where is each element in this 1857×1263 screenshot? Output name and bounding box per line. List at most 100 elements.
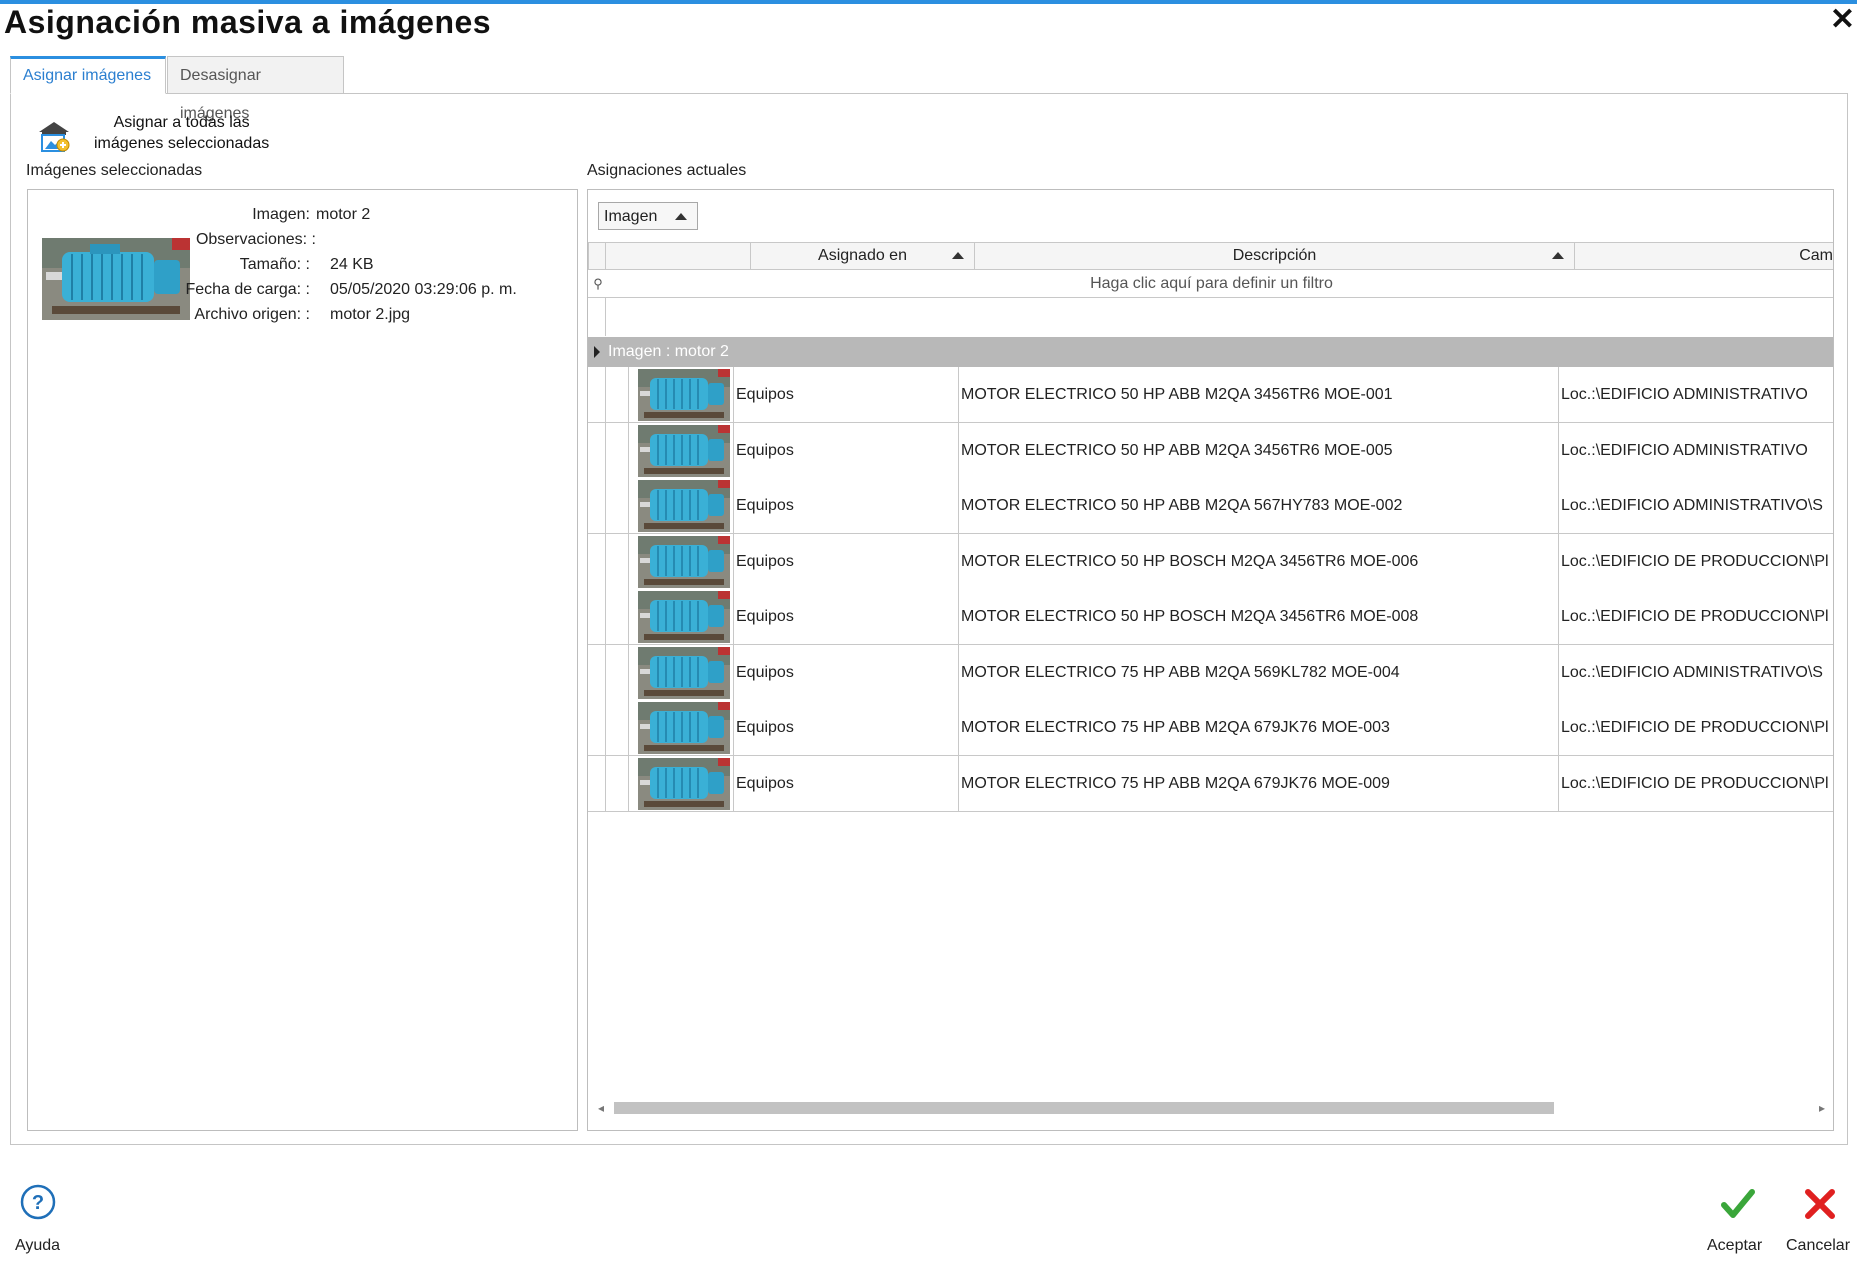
grid-line <box>605 644 606 700</box>
cell-campo: Loc.:\EDIFICIO ADMINISTRATIVO\S <box>1561 497 1823 514</box>
svg-text:?: ? <box>32 1192 44 1214</box>
group-row-label: Imagen : motor 2 <box>608 343 729 360</box>
grid-line <box>733 589 734 644</box>
motor-thumbnail <box>638 535 730 588</box>
cell-asignado-en: Equipos <box>736 663 794 681</box>
horizontal-scrollbar[interactable]: ◂ ▸ <box>588 1098 1833 1118</box>
column-header-descripcion[interactable]: Descripción <box>974 242 1575 270</box>
cell-asignado-en: Equipos <box>736 774 794 792</box>
info-key: Archivo origen: : <box>194 306 310 323</box>
column-header-label: Cam <box>1799 247 1833 264</box>
help-label: Ayuda <box>15 1237 61 1254</box>
scroll-right-icon[interactable]: ▸ <box>1819 1098 1825 1118</box>
filter-pin-icon: ⚲ <box>593 276 603 291</box>
grid-line <box>958 533 959 589</box>
assign-all-label: Asignar a todas las imágenes seleccionad… <box>94 112 269 154</box>
table-row[interactable]: Equipos MOTOR ELECTRICO 75 HP ABB M2QA 67… <box>588 755 1833 812</box>
table-row[interactable]: Equipos MOTOR ELECTRICO 75 HP ABB M2QA 67… <box>588 700 1833 756</box>
grid-line <box>628 478 629 533</box>
column-header-asignado-en[interactable]: Asignado en <box>750 242 975 270</box>
column-header-campo[interactable]: Cam <box>1574 242 1833 270</box>
column-header-thumbnail[interactable] <box>605 242 751 270</box>
tab-unassign-images[interactable]: Desasignar imágenes <box>167 56 344 122</box>
scrollbar-thumb[interactable] <box>614 1102 1554 1114</box>
grid-line <box>1558 644 1559 700</box>
grid-line <box>605 298 606 336</box>
cell-campo: Loc.:\EDIFICIO ADMINISTRATIVO <box>1561 441 1808 459</box>
check-icon <box>1721 1189 1755 1218</box>
grid-line <box>1558 533 1559 589</box>
motor-thumbnail <box>638 646 730 699</box>
table-row[interactable]: Equipos MOTOR ELECTRICO 50 HP ABB M2QA 56… <box>588 478 1833 534</box>
grid-line <box>1558 422 1559 478</box>
grid-line <box>733 367 734 422</box>
grid-line <box>628 755 629 811</box>
selected-images-label: Imágenes seleccionadas <box>26 162 203 179</box>
window-title: Asignación masiva a imágenes <box>4 4 492 40</box>
assign-all-button[interactable]: Asignar a todas las imágenes seleccionad… <box>28 108 288 158</box>
cell-descripcion: MOTOR ELECTRICO 75 HP ABB M2QA 679JK76 M… <box>961 774 1390 792</box>
grid-line <box>958 367 959 422</box>
cancel-button[interactable]: Cancelar <box>1780 1180 1856 1260</box>
filter-text: Haga clic aquí para definir un filtro <box>1090 275 1333 292</box>
grid-line <box>958 478 959 533</box>
filter-row[interactable]: ⚲ Haga clic aquí para definir un filtro <box>588 270 1833 298</box>
grid-line <box>605 700 606 755</box>
cell-descripcion: MOTOR ELECTRICO 75 HP ABB M2QA 569KL782 … <box>961 663 1400 681</box>
grid-line <box>628 589 629 644</box>
cell-descripcion: MOTOR ELECTRICO 75 HP ABB M2QA 679JK76 M… <box>961 719 1390 736</box>
motor-thumbnail <box>638 591 730 643</box>
help-button[interactable]: ? Ayuda <box>10 1180 70 1260</box>
grid-line <box>605 367 606 422</box>
close-icon[interactable]: ✕ <box>1830 2 1855 37</box>
x-icon <box>1805 1189 1835 1219</box>
cancel-label: Cancelar <box>1786 1237 1851 1254</box>
grid-line <box>1558 367 1559 422</box>
grid-line <box>628 367 629 422</box>
cell-campo: Loc.:\EDIFICIO DE PRODUCCION\Pl <box>1561 774 1829 792</box>
scroll-left-icon[interactable]: ◂ <box>598 1098 604 1118</box>
cell-campo: Loc.:\EDIFICIO DE PRODUCCION\Pl <box>1561 608 1829 625</box>
info-value: 24 KB <box>330 256 374 273</box>
group-by-chip[interactable]: Imagen <box>598 202 698 230</box>
cell-campo: Loc.:\EDIFICIO ADMINISTRATIVO\S <box>1561 663 1823 681</box>
grid-line <box>1558 700 1559 755</box>
group-row-motor-2[interactable]: Imagen : motor 2 <box>588 337 1833 367</box>
motor-thumbnail <box>42 238 190 320</box>
grid-line <box>628 644 629 700</box>
info-key: Fecha de carga: : <box>185 281 310 298</box>
table-row[interactable]: Equipos MOTOR ELECTRICO 50 HP BOSCH M2QA … <box>588 533 1833 590</box>
tab-assign-images[interactable]: Asignar imágenes <box>10 56 166 94</box>
sort-ascending-icon <box>952 252 964 259</box>
cell-descripcion: MOTOR ELECTRICO 50 HP ABB M2QA 3456TR6 M… <box>961 441 1393 459</box>
help-circle-icon: ? <box>20 1184 56 1220</box>
grid-line <box>733 478 734 533</box>
grid-line <box>733 644 734 700</box>
table-row[interactable]: Equipos MOTOR ELECTRICO 50 HP ABB M2QA 34… <box>588 367 1833 423</box>
row-indicator-header <box>588 242 606 270</box>
grid-line <box>605 478 606 533</box>
table-row[interactable]: Equipos MOTOR ELECTRICO 50 HP BOSCH M2QA … <box>588 589 1833 645</box>
grid-line <box>605 755 606 811</box>
grid-line <box>1558 589 1559 644</box>
cell-descripcion: MOTOR ELECTRICO 50 HP BOSCH M2QA 3456TR6… <box>961 608 1419 625</box>
cell-descripcion: MOTOR ELECTRICO 50 HP ABB M2QA 3456TR6 M… <box>961 386 1393 403</box>
table-row[interactable]: Equipos MOTOR ELECTRICO 50 HP ABB M2QA 34… <box>588 422 1833 479</box>
grid-line <box>733 422 734 478</box>
column-header-label: Asignado en <box>818 247 907 264</box>
selected-images-panel: Imagen: motor 2 Observaciones: : Tamaño:… <box>27 189 578 1131</box>
grid-line <box>733 755 734 811</box>
expand-arrow-icon[interactable] <box>594 346 600 358</box>
motor-thumbnail <box>638 702 730 754</box>
cell-campo: Loc.:\EDIFICIO DE PRODUCCION\Pl <box>1561 719 1829 736</box>
assign-all-line-2: imágenes seleccionadas <box>94 135 270 152</box>
cell-asignado-en: Equipos <box>736 552 794 570</box>
grid-line <box>958 700 959 755</box>
cell-asignado-en: Equipos <box>736 497 794 514</box>
grid-line <box>605 589 606 644</box>
accept-button[interactable]: Aceptar <box>1700 1180 1770 1260</box>
grid-line <box>628 422 629 478</box>
info-key: Tamaño: : <box>239 256 310 273</box>
grid-line <box>733 533 734 589</box>
table-row[interactable]: Equipos MOTOR ELECTRICO 75 HP ABB M2QA 56… <box>588 644 1833 701</box>
